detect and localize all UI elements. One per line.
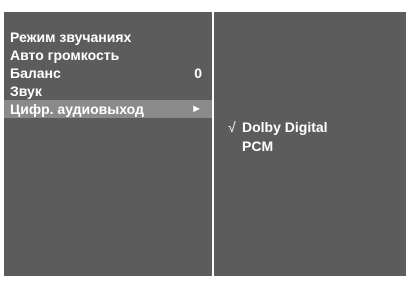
option-dolby-digital[interactable]: √ Dolby Digital	[226, 118, 328, 137]
menu-item-label: Режим звучаниях	[10, 29, 132, 45]
sound-menu-list: Режим звучаниях Авто громкость Баланс 0 …	[4, 28, 212, 118]
tv-osd-menu: Режим звучаниях Авто громкость Баланс 0 …	[3, 3, 407, 279]
menu-item-sound[interactable]: Звук	[4, 82, 212, 100]
menu-item-sound-mode[interactable]: Режим звучаниях	[4, 28, 212, 46]
digital-output-options: √ Dolby Digital PCM	[226, 118, 328, 156]
sound-menu-panel: Режим звучаниях Авто громкость Баланс 0 …	[4, 12, 212, 276]
menu-item-auto-volume[interactable]: Авто громкость	[4, 46, 212, 64]
menu-item-label: Авто громкость	[10, 47, 120, 63]
option-label: Dolby Digital	[242, 119, 328, 135]
checkmark-icon: √	[228, 119, 236, 135]
submenu-arrow-icon: ►	[191, 103, 202, 115]
balance-value: 0	[194, 65, 202, 81]
option-label: PCM	[242, 138, 274, 154]
menu-item-label: Баланс	[10, 65, 61, 81]
option-pcm[interactable]: PCM	[226, 137, 328, 156]
menu-item-label: Звук	[10, 83, 42, 99]
digital-output-panel: √ Dolby Digital PCM	[214, 12, 406, 276]
menu-item-digital-audio-out[interactable]: Цифр. аудиовыход ►	[4, 100, 212, 118]
menu-item-balance[interactable]: Баланс 0	[4, 64, 212, 82]
menu-item-label: Цифр. аудиовыход	[10, 101, 144, 117]
